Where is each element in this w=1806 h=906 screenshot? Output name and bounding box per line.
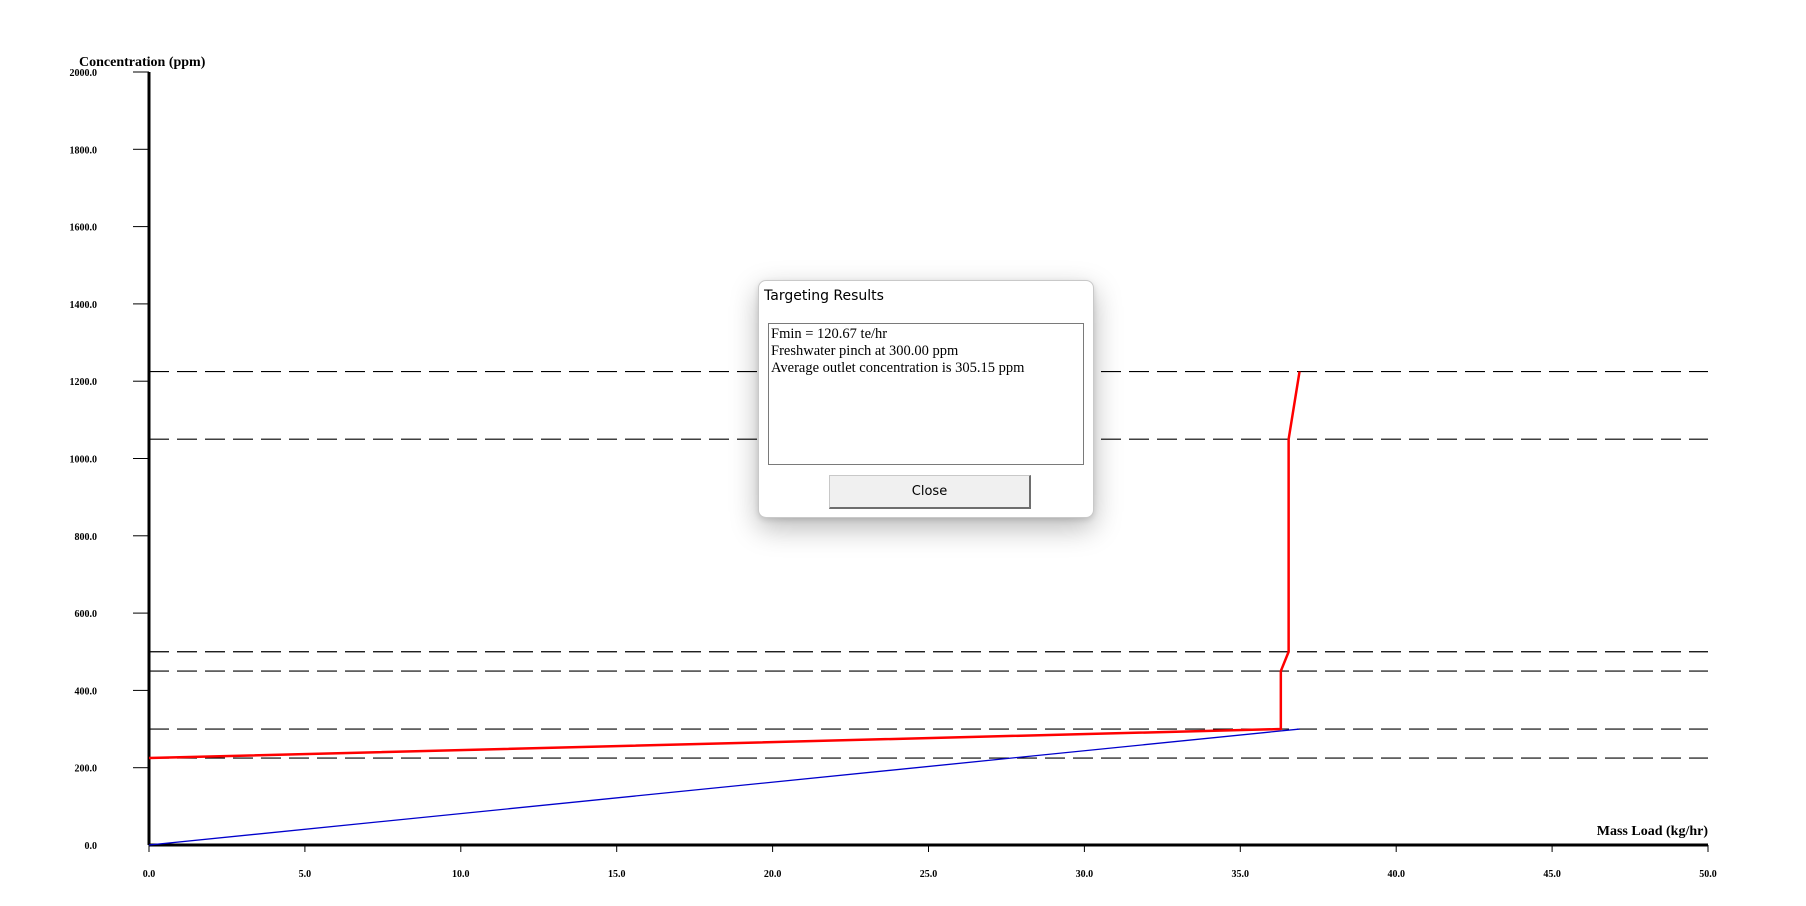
- y-axis-title: Concentration (ppm): [79, 55, 206, 70]
- water-supply-line: [148, 728, 1300, 846]
- x-axis: 0.0 5.0 10.0 15.0 20.0 25.0 30.0 35.0 40.0 45.0 50…: [143, 843, 1717, 880]
- x-tick-label: 5.0: [299, 869, 312, 880]
- x-tick-label: 15.0: [608, 869, 626, 880]
- result-line-fmin: Fmin = 120.67 te/hr: [771, 326, 888, 342]
- dialog-title: Targeting Results: [764, 288, 884, 304]
- x-tick-label: 45.0: [1543, 869, 1561, 880]
- y-tick-label: 800.0: [75, 532, 98, 543]
- y-tick-label: 0.0: [85, 841, 98, 852]
- x-tick-label: 10.0: [452, 869, 470, 880]
- y-tick-label: 1000.0: [70, 455, 98, 466]
- close-button[interactable]: Close: [829, 475, 1031, 509]
- y-tick-label: 600.0: [75, 609, 98, 620]
- result-line-pinch: Freshwater pinch at 300.00 ppm: [771, 343, 959, 359]
- x-tick-label: 0.0: [143, 869, 156, 880]
- x-tick-label: 25.0: [920, 869, 938, 880]
- result-line-outlet: Average outlet concentration is 305.15 p…: [771, 360, 1025, 376]
- y-tick-label: 200.0: [75, 764, 98, 775]
- y-tick-label: 1800.0: [70, 145, 98, 156]
- series-layer: [148, 371, 1301, 846]
- x-tick-label: 40.0: [1387, 869, 1405, 880]
- y-tick-label: 1200.0: [70, 377, 98, 388]
- y-tick-label: 400.0: [75, 686, 98, 697]
- y-axis: 0.0 200.0 400.0 600.0 800.0 1000.0 1200.0 1400.…: [70, 68, 151, 852]
- x-tick-label: 30.0: [1076, 869, 1094, 880]
- x-tick-label: 50.0: [1699, 869, 1717, 880]
- x-tick-label: 35.0: [1232, 869, 1250, 880]
- x-axis-title: Mass Load (kg/hr): [1597, 824, 1709, 839]
- sink-composite-curve: [148, 371, 1301, 760]
- y-tick-label: 1600.0: [70, 223, 98, 234]
- x-tick-label: 20.0: [764, 869, 782, 880]
- results-textbox[interactable]: Fmin = 120.67 te/hr Freshwater pinch at …: [768, 323, 1084, 465]
- targeting-results-dialog: Targeting Results Fmin = 120.67 te/hr Fr…: [758, 280, 1094, 518]
- y-tick-label: 1400.0: [70, 300, 98, 311]
